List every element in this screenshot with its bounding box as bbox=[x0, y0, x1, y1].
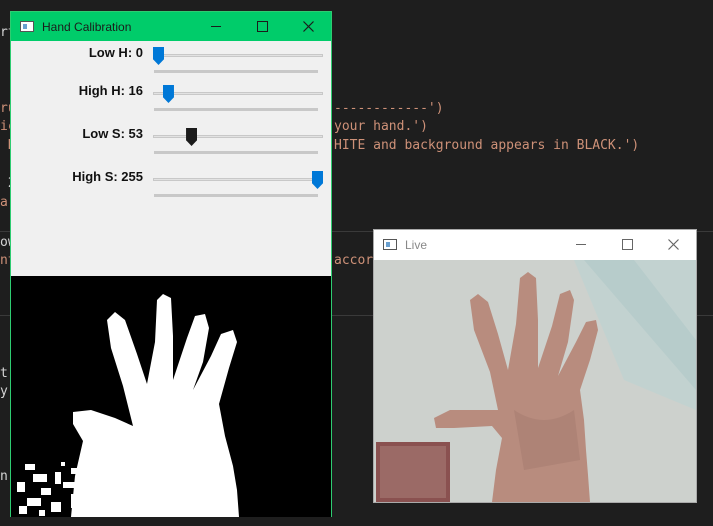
slider-label: Low S: 53 bbox=[82, 126, 143, 141]
slider-track[interactable] bbox=[153, 178, 323, 181]
close-button[interactable] bbox=[650, 230, 696, 259]
slider-tick-bar bbox=[154, 70, 318, 73]
slider-track[interactable] bbox=[153, 92, 323, 95]
slider-label: Low H: 0 bbox=[88, 45, 143, 60]
minimize-button[interactable] bbox=[193, 12, 239, 41]
hand-mask-image bbox=[11, 276, 331, 517]
code-line: HITE and background appears in BLACK.') bbox=[334, 138, 640, 153]
slider-high-s: High S: 255 bbox=[11, 169, 333, 197]
slider-thumb[interactable] bbox=[153, 47, 164, 65]
code-line: ------------') bbox=[334, 101, 444, 116]
slider-tick-bar bbox=[154, 194, 318, 197]
hand-mask-view bbox=[11, 276, 331, 517]
code-line: your hand.') bbox=[334, 119, 428, 134]
live-titlebar[interactable]: Live bbox=[374, 230, 696, 259]
maximize-button[interactable] bbox=[604, 230, 650, 259]
slider-low-h: Low H: 0 bbox=[11, 45, 333, 73]
minimize-button[interactable] bbox=[558, 230, 604, 259]
code-line: t bbox=[0, 366, 8, 381]
maximize-icon bbox=[256, 21, 268, 32]
slider-high-h: High H: 16 bbox=[11, 83, 333, 111]
calibration-titlebar[interactable]: Hand Calibration bbox=[11, 12, 331, 41]
slider-label: High S: 255 bbox=[72, 169, 143, 184]
code-line: y bbox=[0, 384, 8, 399]
hand-calibration-window: Hand Calibration Low H: 0 High H: 16 Low… bbox=[10, 11, 332, 517]
slider-label: High H: 16 bbox=[78, 83, 143, 98]
slider-low-s: Low S: 53 bbox=[11, 126, 333, 154]
minimize-icon bbox=[576, 244, 586, 245]
close-icon bbox=[302, 21, 314, 32]
live-camera-view bbox=[374, 260, 696, 502]
close-button[interactable] bbox=[285, 12, 331, 41]
code-line: n bbox=[0, 469, 8, 484]
slider-tick-bar bbox=[154, 108, 318, 111]
minimize-icon bbox=[211, 26, 221, 27]
slider-thumb[interactable] bbox=[162, 85, 174, 103]
window-app-icon bbox=[20, 21, 34, 32]
slider-track[interactable] bbox=[153, 135, 323, 138]
slider-thumb[interactable] bbox=[312, 171, 323, 189]
slider-track[interactable] bbox=[153, 54, 323, 57]
calibration-title: Hand Calibration bbox=[42, 19, 132, 34]
maximize-icon bbox=[621, 239, 633, 250]
camera-frame-image bbox=[374, 260, 696, 502]
close-icon bbox=[667, 239, 679, 250]
slider-tick-bar bbox=[154, 151, 318, 154]
window-app-icon bbox=[383, 239, 397, 250]
slider-thumb[interactable] bbox=[186, 128, 198, 146]
live-title: Live bbox=[405, 237, 428, 252]
live-window: Live bbox=[373, 229, 697, 503]
maximize-button[interactable] bbox=[239, 12, 285, 41]
